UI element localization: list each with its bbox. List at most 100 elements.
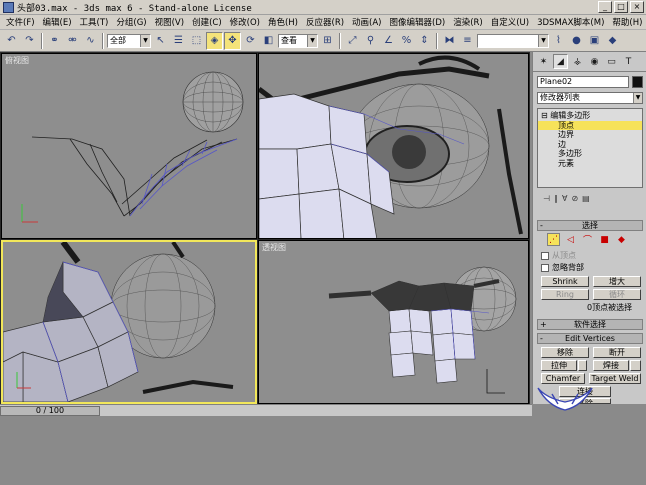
edge-mode-icon[interactable]: ◁ — [564, 233, 577, 246]
menu-views[interactable]: 视图(V) — [151, 16, 188, 28]
remove-button[interactable]: 移除 — [541, 347, 589, 358]
material-editor-icon[interactable]: ● — [568, 32, 585, 50]
viewport-left[interactable] — [1, 240, 257, 404]
extrude-button[interactable]: 拉伸 — [541, 360, 577, 371]
select-rotate-icon[interactable]: ⟳ — [242, 32, 259, 50]
menu-modifiers[interactable]: 修改(O) — [226, 16, 264, 28]
select-move-icon[interactable]: ✥ — [224, 31, 241, 50]
viewport-front[interactable] — [258, 53, 529, 239]
render-scene-icon[interactable]: ▣ — [586, 32, 603, 50]
viewport-top[interactable]: 俯视图 — [1, 53, 257, 239]
create-tab-icon[interactable]: ✶ — [536, 54, 551, 69]
menu-group[interactable]: 分组(G) — [112, 16, 150, 28]
menu-maxscript[interactable]: 3DSMAX脚本(M) — [533, 16, 608, 28]
command-panel-tabs: ✶ ◢ ⚶ ◉ ▭ T — [533, 52, 646, 72]
rectangular-selection-icon[interactable]: ⬚ — [188, 32, 205, 50]
menu-edit[interactable]: 编辑(E) — [39, 16, 76, 28]
spinner-snap-icon[interactable]: ⇕ — [416, 32, 433, 50]
align-icon[interactable]: ≡ — [459, 32, 476, 50]
viewport-label[interactable]: 透视图 — [262, 242, 286, 253]
make-unique-icon[interactable]: ∀ — [562, 194, 567, 203]
weld-button[interactable]: 焊接 — [593, 360, 629, 371]
border-mode-icon[interactable]: ⌒ — [581, 233, 594, 246]
command-panel: ✶ ◢ ⚶ ◉ ▭ T Plane02 修改器列表 ▼ ⊟ 编辑多边形 顶点 边… — [532, 52, 646, 404]
maximize-button[interactable]: □ — [614, 1, 628, 13]
snap-toggle-icon[interactable]: ⚲ — [362, 32, 379, 50]
time-slider[interactable]: 0 / 100 — [0, 406, 100, 416]
menu-tools[interactable]: 工具(T) — [76, 16, 113, 28]
loop-button[interactable]: 循环 — [593, 289, 641, 300]
viewport-perspective[interactable]: 透视图 — [258, 240, 529, 404]
hierarchy-tab-icon[interactable]: ⚶ — [570, 54, 585, 69]
extrude-settings-button[interactable] — [578, 360, 587, 371]
grow-button[interactable]: 增大 — [593, 276, 641, 287]
viewport-area: 俯视图 透视图 — [0, 52, 530, 404]
edit-vertices-rollout-header[interactable]: - Edit Vertices — [537, 333, 643, 344]
selection-rollout-header[interactable]: - 选择 — [537, 220, 643, 231]
menu-graph-editors[interactable]: 图像编辑器(D) — [386, 16, 450, 28]
by-vertex-checkbox[interactable]: 从顶点 — [541, 250, 576, 261]
viewport-label[interactable]: 俯视图 — [5, 55, 29, 66]
object-name-field[interactable]: Plane02 — [537, 76, 629, 88]
select-scale-icon[interactable]: ◧ — [260, 32, 277, 50]
minimize-button[interactable]: _ — [598, 1, 612, 13]
vertex-mode-icon[interactable]: ⋰ — [547, 233, 560, 246]
polygon-mode-icon[interactable]: ■ — [598, 233, 611, 246]
named-selection-dropdown[interactable]: ▼ — [477, 33, 549, 48]
menu-animation[interactable]: 动画(A) — [348, 16, 385, 28]
remove-modifier-icon[interactable]: ⊘ — [571, 194, 578, 203]
stack-item-element[interactable]: 元素 — [538, 159, 642, 169]
pin-stack-icon[interactable]: ⊣ — [543, 194, 550, 203]
stack-item-border[interactable]: 边界 — [538, 130, 642, 140]
curve-editor-icon[interactable]: ⌇ — [550, 32, 567, 50]
selection-filter-dropdown[interactable]: 全部 ▼ — [107, 33, 151, 48]
element-mode-icon[interactable]: ◆ — [615, 233, 628, 246]
select-manipulate-icon[interactable]: ⤢ — [344, 32, 361, 50]
unlink-icon[interactable]: ⚮ — [64, 32, 81, 50]
chamfer-button[interactable]: Chamfer — [541, 373, 585, 384]
undo-icon[interactable]: ↶ — [3, 32, 20, 50]
menu-reactor[interactable]: 反应器(R) — [302, 16, 348, 28]
pivot-center-icon[interactable]: ⊞ — [319, 32, 336, 50]
mirror-icon[interactable]: ⧓ — [441, 32, 458, 50]
menu-file[interactable]: 文件(F) — [2, 16, 39, 28]
modify-tab-icon[interactable]: ◢ — [553, 54, 568, 69]
redo-icon[interactable]: ↷ — [21, 32, 38, 50]
percent-snap-icon[interactable]: % — [398, 32, 415, 50]
menu-help[interactable]: 帮助(H) — [608, 16, 646, 28]
link-icon[interactable]: ⚭ — [46, 32, 63, 50]
modifier-list-dropdown[interactable]: 修改器列表 ▼ — [537, 92, 643, 104]
select-by-name-icon[interactable]: ☰ — [170, 32, 187, 50]
utilities-tab-icon[interactable]: T — [621, 54, 636, 69]
menu-create[interactable]: 创建(C) — [188, 16, 226, 28]
angle-snap-icon[interactable]: ∠ — [380, 32, 397, 50]
stack-item-polygon[interactable]: 多边形 — [538, 149, 642, 159]
quick-render-icon[interactable]: ◆ — [604, 32, 621, 50]
bind-space-warp-icon[interactable]: ∿ — [82, 32, 99, 50]
configure-sets-icon[interactable]: ▤ — [582, 194, 590, 203]
menu-rendering[interactable]: 渲染(R) — [449, 16, 487, 28]
close-button[interactable]: × — [630, 1, 644, 13]
window-crossing-icon[interactable]: ◈ — [206, 31, 223, 50]
target-weld-button[interactable]: Target Weld — [589, 373, 641, 384]
menu-character[interactable]: 角色(H) — [264, 16, 302, 28]
display-tab-icon[interactable]: ▭ — [604, 54, 619, 69]
shrink-button[interactable]: Shrink — [541, 276, 589, 287]
motion-tab-icon[interactable]: ◉ — [587, 54, 602, 69]
stack-item-edit-poly[interactable]: ⊟ 编辑多边形 — [538, 111, 642, 121]
collapse-icon: - — [540, 334, 543, 343]
weld-settings-button[interactable] — [630, 360, 641, 371]
reference-coord-dropdown[interactable]: 查看 ▼ — [278, 33, 318, 48]
select-object-icon[interactable]: ↖ — [152, 32, 169, 50]
object-color-swatch[interactable] — [632, 76, 643, 88]
ring-button[interactable]: Ring — [541, 289, 589, 300]
perspective-view-mesh — [328, 266, 517, 394]
app-icon[interactable] — [3, 1, 14, 13]
menu-customize[interactable]: 自定义(U) — [487, 16, 533, 28]
soft-selection-rollout-header[interactable]: + 软件选择 — [537, 319, 643, 330]
break-button[interactable]: 断开 — [593, 347, 641, 358]
ignore-backfacing-checkbox[interactable]: 忽略背部 — [541, 262, 584, 273]
stack-item-edge[interactable]: 边 — [538, 140, 642, 150]
show-end-result-icon[interactable]: ∥ — [554, 194, 558, 203]
stack-item-vertex[interactable]: 顶点 — [538, 120, 642, 130]
